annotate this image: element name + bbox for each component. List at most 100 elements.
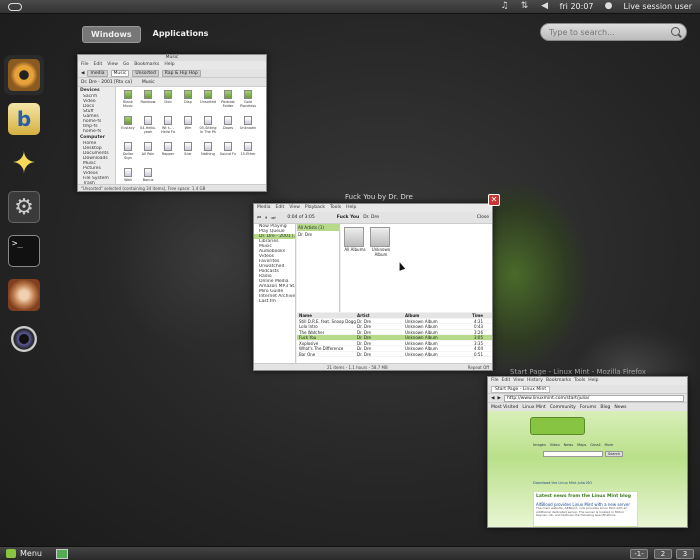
crumb-music[interactable]: Music <box>110 69 130 77</box>
file-manager-window[interactable]: Music File Edit View Go Bookmarks Help ◀… <box>77 54 267 192</box>
workspace-3[interactable]: 3 <box>676 548 694 559</box>
site-nav-link[interactable]: Maps <box>577 443 586 447</box>
list-item[interactable]: All Artists (1) <box>297 224 339 231</box>
close-button[interactable]: Close <box>477 215 489 220</box>
tab-windows[interactable]: Windows <box>82 26 141 43</box>
url-bar[interactable]: http://www.linuxmint.com/start/julia/ <box>503 394 684 402</box>
file-item[interactable]: All Pain <box>139 142 157 166</box>
file-item[interactable]: Rainbow <box>139 90 157 114</box>
activities-hot-corner-icon[interactable] <box>8 2 22 11</box>
terminal-launcher-icon[interactable] <box>55 548 68 559</box>
tab-start-page[interactable]: Start Page - Linux Mint <box>491 385 551 393</box>
search-input[interactable] <box>540 23 687 41</box>
menu-playback[interactable]: Playback <box>305 205 325 211</box>
menu-bookmarks[interactable]: Bookmarks <box>134 62 159 68</box>
menu-media[interactable]: Media <box>257 205 271 211</box>
column-header[interactable]: Name <box>297 313 357 318</box>
album-tile[interactable]: Unknown Album <box>370 227 392 309</box>
workspace-2[interactable]: 2 <box>654 548 672 559</box>
bookmark-item[interactable]: Most Visited <box>491 405 518 410</box>
source-item[interactable]: Last.fm <box>254 299 295 304</box>
music-icon[interactable]: ♫ <box>500 2 510 11</box>
tab-location[interactable]: Music <box>142 80 155 85</box>
bookmark-item[interactable]: Blog <box>600 405 610 410</box>
menu-tools[interactable]: Tools <box>330 205 341 211</box>
dash-camera-app[interactable] <box>4 319 44 359</box>
file-item[interactable]: Gold Placeless <box>239 90 257 114</box>
tab-applications[interactable]: Applications <box>145 26 217 43</box>
file-item[interactable]: 05-Sitting In The Pk <box>199 116 217 140</box>
list-item[interactable]: Dr. Dre <box>297 231 339 238</box>
bookmark-item[interactable]: Community <box>550 405 576 410</box>
file-item[interactable]: Unknown <box>239 116 257 140</box>
column-header[interactable]: Artist <box>357 313 405 318</box>
column-header[interactable]: Album <box>405 313 465 318</box>
album-tile[interactable]: All Albums <box>344 227 366 309</box>
file-item[interactable]: Nothing <box>199 142 217 166</box>
file-item[interactable]: Rapper <box>159 142 177 166</box>
previous-icon[interactable]: ⏮ <box>257 215 261 221</box>
bookmark-item[interactable]: Linux Mint <box>522 405 545 410</box>
close-window-button[interactable]: ✕ <box>488 194 500 206</box>
file-item[interactable]: Podcast Folder <box>219 90 237 114</box>
back-icon[interactable]: ◀ <box>491 396 494 401</box>
firefox-window[interactable]: File Edit View History Bookmarks Tools H… <box>487 376 688 528</box>
dash-terminal[interactable]: >_ <box>4 231 44 271</box>
menu-edit[interactable]: Edit <box>276 205 285 211</box>
menu-file[interactable]: File <box>491 378 499 384</box>
tab-address[interactable]: Dr. Dre - 2001 [Rtx ca] <box>81 80 132 85</box>
dash-system-settings[interactable]: ⚙ <box>4 187 44 227</box>
download-link[interactable]: Download the Linux Mint Julia ISO <box>533 481 592 485</box>
site-nav-link[interactable]: Video <box>550 443 560 447</box>
file-item[interactable]: Blank Music <box>119 90 137 114</box>
menu-go[interactable]: Go <box>123 62 129 68</box>
menu-history[interactable]: History <box>527 378 543 384</box>
crumb-unsorted[interactable]: Unsorted <box>132 69 159 77</box>
menu-view[interactable]: View <box>289 205 300 211</box>
column-header[interactable]: Time <box>465 313 485 318</box>
file-item[interactable]: Wt t-- -Hello Fo <box>159 116 177 140</box>
file-item[interactable]: Disp <box>179 90 197 114</box>
crumb-rap[interactable]: Rap & Hip Hop <box>161 69 201 77</box>
repeat-toggle[interactable]: Repeat Off <box>468 365 489 370</box>
site-nav-link[interactable]: More <box>605 443 614 447</box>
track-row[interactable]: Bar One Dr. Dre Unknown Album 0:51 <box>297 352 492 357</box>
file-item[interactable]: 04-Hello-yeah <box>139 116 157 140</box>
show-desktop-button[interactable]: -1- <box>630 548 648 559</box>
file-item[interactable]: Sound Fx <box>219 142 237 166</box>
next-icon[interactable]: ⏭ <box>271 215 275 221</box>
dash-snail-app[interactable] <box>4 275 44 315</box>
file-item[interactable]: Unsorted <box>199 90 217 114</box>
site-nav-link[interactable]: News <box>564 443 573 447</box>
file-item[interactable]: Ecstacy <box>119 116 137 140</box>
back-icon[interactable]: ◀ <box>81 71 84 76</box>
web-search-button[interactable]: Search <box>605 451 623 457</box>
site-nav-link[interactable]: Gmail <box>590 443 600 447</box>
crumb-media[interactable]: media <box>87 69 108 77</box>
site-nav-link[interactable]: Images <box>533 443 546 447</box>
file-item[interactable]: 15-Ether <box>239 142 257 166</box>
network-icon[interactable]: ⇅ <box>520 2 530 11</box>
menu-edit[interactable]: Edit <box>94 62 103 68</box>
dash-banshee[interactable]: b <box>4 99 44 139</box>
file-item[interactable]: Doors <box>219 116 237 140</box>
menu-help[interactable]: Help <box>346 205 356 211</box>
forward-icon[interactable]: ▶ <box>497 396 500 401</box>
menu-view[interactable]: View <box>513 378 524 384</box>
session-user[interactable]: Live session user <box>624 2 692 11</box>
pause-icon[interactable]: ⏸ <box>265 215 267 221</box>
file-item[interactable]: Wm <box>179 116 197 140</box>
file-item[interactable]: Dollar Sign <box>119 142 137 166</box>
file-item[interactable]: Scar <box>179 142 197 166</box>
dash-favorites[interactable]: ✦ <box>4 143 44 183</box>
bookmark-item[interactable]: Forums <box>580 405 597 410</box>
web-search-input[interactable] <box>543 451 603 457</box>
menu-view[interactable]: View <box>107 62 118 68</box>
menu-help[interactable]: Help <box>164 62 174 68</box>
menu-tools[interactable]: Tools <box>574 378 585 384</box>
banshee-window[interactable]: Media Edit View Playback Tools Help ⏮ ⏸ … <box>253 203 493 371</box>
volume-icon[interactable]: ◀ <box>540 2 550 11</box>
dash-eye-of-gnome[interactable] <box>4 55 44 95</box>
menu-bookmarks[interactable]: Bookmarks <box>546 378 571 384</box>
menu-file[interactable]: File <box>81 62 89 68</box>
